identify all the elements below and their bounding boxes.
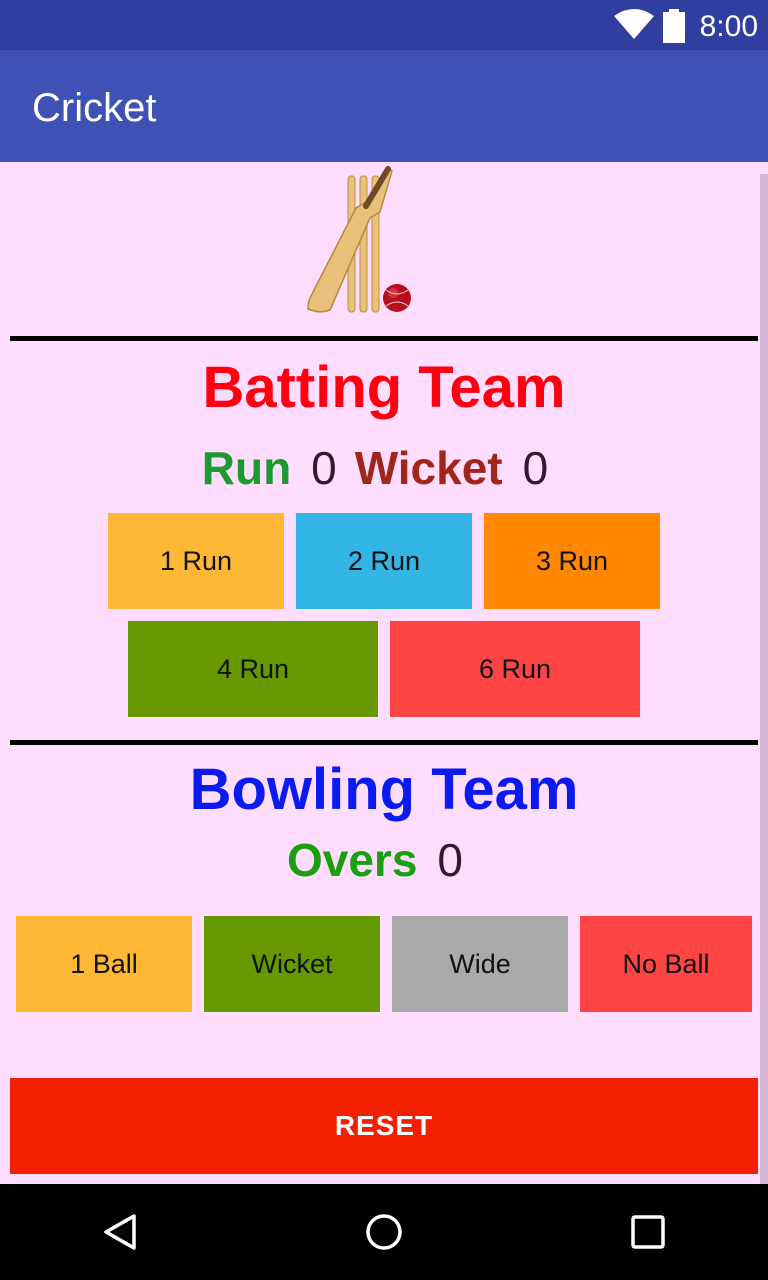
six-run-button[interactable]: 6 Run — [390, 621, 640, 717]
no-ball-button[interactable]: No Ball — [580, 916, 752, 1012]
app-bar: Cricket — [0, 50, 768, 162]
recents-icon[interactable] — [630, 1214, 666, 1250]
status-time: 8:00 — [699, 10, 758, 43]
run-label: Run — [201, 442, 292, 494]
overs-value: 0 — [437, 834, 464, 886]
cricket-bat-ball-icon — [307, 166, 411, 313]
overs-label: Overs — [286, 834, 418, 886]
three-run-button[interactable]: 3 Run — [484, 513, 660, 609]
batting-divider — [10, 336, 758, 341]
wicket-label: Wicket — [354, 442, 503, 494]
home-icon[interactable] — [364, 1212, 404, 1252]
one-run-button[interactable]: 1 Run — [108, 513, 284, 609]
wicket-value: 0 — [522, 442, 549, 494]
wifi-icon — [614, 9, 654, 39]
one-ball-button[interactable]: 1 Ball — [16, 916, 192, 1012]
bowling-divider — [10, 740, 758, 745]
four-run-button[interactable]: 4 Run — [128, 621, 378, 717]
batting-team-heading: Batting Team — [202, 355, 566, 420]
run-value: 0 — [311, 442, 337, 494]
scrollbar[interactable] — [760, 174, 768, 1184]
batting-score-row: Run 0 Wicket 0 — [0, 442, 768, 494]
bowling-score-row: Overs 0 — [0, 834, 768, 886]
status-bar: 8:00 — [0, 0, 768, 50]
navigation-bar — [0, 1184, 768, 1280]
wicket-button[interactable]: Wicket — [204, 916, 380, 1012]
two-run-button[interactable]: 2 Run — [296, 513, 472, 609]
main-content: Batting Team Run 0 Wicket 0 1 Run 2 Run 3 R… — [0, 162, 768, 1184]
battery-icon — [663, 9, 685, 43]
back-icon[interactable] — [100, 1212, 140, 1252]
bowling-team-heading: Bowling Team — [189, 757, 579, 822]
app-title: Cricket — [32, 86, 157, 130]
wide-button[interactable]: Wide — [392, 916, 568, 1012]
reset-button[interactable]: RESET — [10, 1078, 758, 1174]
